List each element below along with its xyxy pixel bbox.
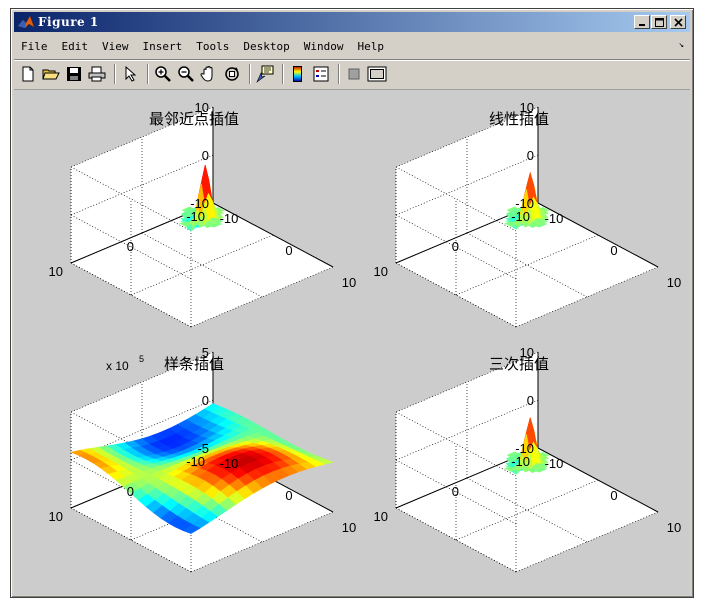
plot-title: 三次插值	[489, 355, 549, 373]
pan-button[interactable]	[199, 64, 219, 84]
select-arrow-button[interactable]	[120, 64, 140, 84]
y-tick-label: 10	[49, 509, 63, 524]
menu-view[interactable]: View	[95, 40, 136, 53]
open-folder-icon	[42, 69, 60, 79]
toolbar	[14, 59, 690, 87]
figure-canvas[interactable]: 10 0 -10 10 0 -10 -10 0 10 最邻近点插值 10 0 -10 10 0 -10 -10 0…	[14, 89, 690, 595]
zoom-out-icon	[178, 65, 194, 82]
matlab-icon	[17, 15, 35, 29]
x-tick-label: 0	[610, 488, 617, 503]
minimize-button[interactable]	[634, 15, 650, 29]
y-tick-label: 0	[127, 239, 134, 254]
printer-icon	[88, 66, 106, 81]
print-button[interactable]	[87, 64, 107, 84]
z-tick-label: 0	[527, 148, 534, 163]
x-tick-label: -10	[545, 211, 564, 226]
arrow-pointer-icon	[125, 65, 137, 82]
plot-title: 样条插值	[164, 355, 224, 373]
menu-file[interactable]: File	[14, 40, 55, 53]
legend-icon	[313, 66, 329, 81]
z-tick-label: 0	[202, 393, 209, 408]
hide-plot-tools-icon	[348, 68, 360, 79]
x-tick-label: 10	[342, 520, 356, 535]
x-tick-label: 0	[285, 243, 292, 258]
save-button[interactable]	[64, 64, 84, 84]
x-tick-label: 0	[285, 488, 292, 503]
y-tick-label: 10	[374, 264, 388, 279]
toolbar-separator	[338, 63, 340, 84]
close-icon	[673, 17, 683, 27]
y-tick-label: -10	[511, 209, 530, 224]
y-tick-label: 10	[374, 509, 388, 524]
data-cursor-icon	[256, 65, 274, 83]
menu-help[interactable]: Help	[350, 40, 391, 53]
toolbar-separator	[249, 63, 251, 84]
plot-title: 最邻近点插值	[149, 110, 239, 128]
menu-desktop[interactable]: Desktop	[236, 40, 296, 53]
toolbar-separator	[147, 63, 149, 84]
new-file-icon	[22, 66, 34, 81]
x-tick-label: 10	[667, 275, 681, 290]
subplot-1[interactable]: 100-10100-10 -10010最邻近点插值	[49, 100, 357, 328]
x-tick-label: -10	[220, 456, 239, 471]
rotate-3d-icon	[225, 66, 239, 81]
open-file-button[interactable]	[41, 64, 61, 84]
colorbar-icon	[293, 65, 302, 82]
maximize-icon	[654, 17, 664, 27]
x-tick-label: 10	[667, 520, 681, 535]
hide-plot-tools-button[interactable]	[344, 64, 364, 84]
x-tick-label: 0	[610, 243, 617, 258]
y-tick-label: 0	[127, 484, 134, 499]
show-plot-tools-icon	[367, 66, 387, 81]
menu-tools[interactable]: Tools	[189, 40, 236, 53]
title-bar[interactable]: Figure 1	[14, 12, 690, 32]
x-tick-label: 10	[342, 275, 356, 290]
dock-arrow-icon[interactable]: ↘	[679, 40, 684, 50]
new-file-button[interactable]	[18, 64, 38, 84]
toolbar-separator	[282, 63, 284, 84]
subplot-2[interactable]: 100-10100-10 -10010线性插值	[374, 100, 682, 328]
exponent-label: x 10	[106, 359, 129, 373]
data-cursor-button[interactable]	[255, 64, 275, 84]
show-plot-tools-button[interactable]	[367, 64, 387, 84]
y-tick-label: -10	[186, 209, 205, 224]
close-button[interactable]	[670, 15, 686, 29]
exponent-power: 5	[139, 354, 144, 364]
menu-bar: File Edit View Insert Tools Desktop Wind…	[14, 36, 690, 56]
subplot-4[interactable]: 100-10100-10 -10010三次插值	[374, 345, 682, 573]
plot-title: 线性插值	[489, 110, 549, 128]
menu-insert[interactable]: Insert	[136, 40, 190, 53]
minimize-icon	[639, 24, 645, 26]
zoom-in-icon	[155, 65, 171, 82]
maximize-button[interactable]	[651, 15, 667, 29]
zoom-out-button[interactable]	[176, 64, 196, 84]
figure-plots: 10 0 -10 10 0 -10 -10 0 10 最邻近点插值 10 0 -10 10 0 -10 -10 0…	[49, 100, 682, 573]
legend-button[interactable]	[311, 64, 331, 84]
zoom-in-button[interactable]	[153, 64, 173, 84]
x-tick-label: -10	[220, 211, 239, 226]
figure-window: Figure 1 File Edit View Insert Tools Des…	[10, 8, 694, 598]
rotate-3d-button[interactable]	[222, 64, 242, 84]
y-tick-label: 10	[49, 264, 63, 279]
y-tick-label: -10	[186, 454, 205, 469]
menu-edit[interactable]: Edit	[55, 40, 96, 53]
z-tick-label: 0	[202, 148, 209, 163]
toolbar-separator	[114, 63, 116, 84]
pan-hand-icon	[200, 65, 213, 82]
subplot-3[interactable]: 50-5100-10 -10010样条插值x 10 5	[49, 345, 357, 573]
save-disk-icon	[67, 66, 81, 81]
y-tick-label: -10	[511, 454, 530, 469]
colorbar-button[interactable]	[288, 64, 308, 84]
x-tick-label: -10	[545, 456, 564, 471]
y-tick-label: 0	[452, 239, 459, 254]
window-title: Figure 1	[38, 15, 99, 29]
z-tick-label: 0	[527, 393, 534, 408]
menu-window[interactable]: Window	[297, 40, 351, 53]
y-tick-label: 0	[452, 484, 459, 499]
